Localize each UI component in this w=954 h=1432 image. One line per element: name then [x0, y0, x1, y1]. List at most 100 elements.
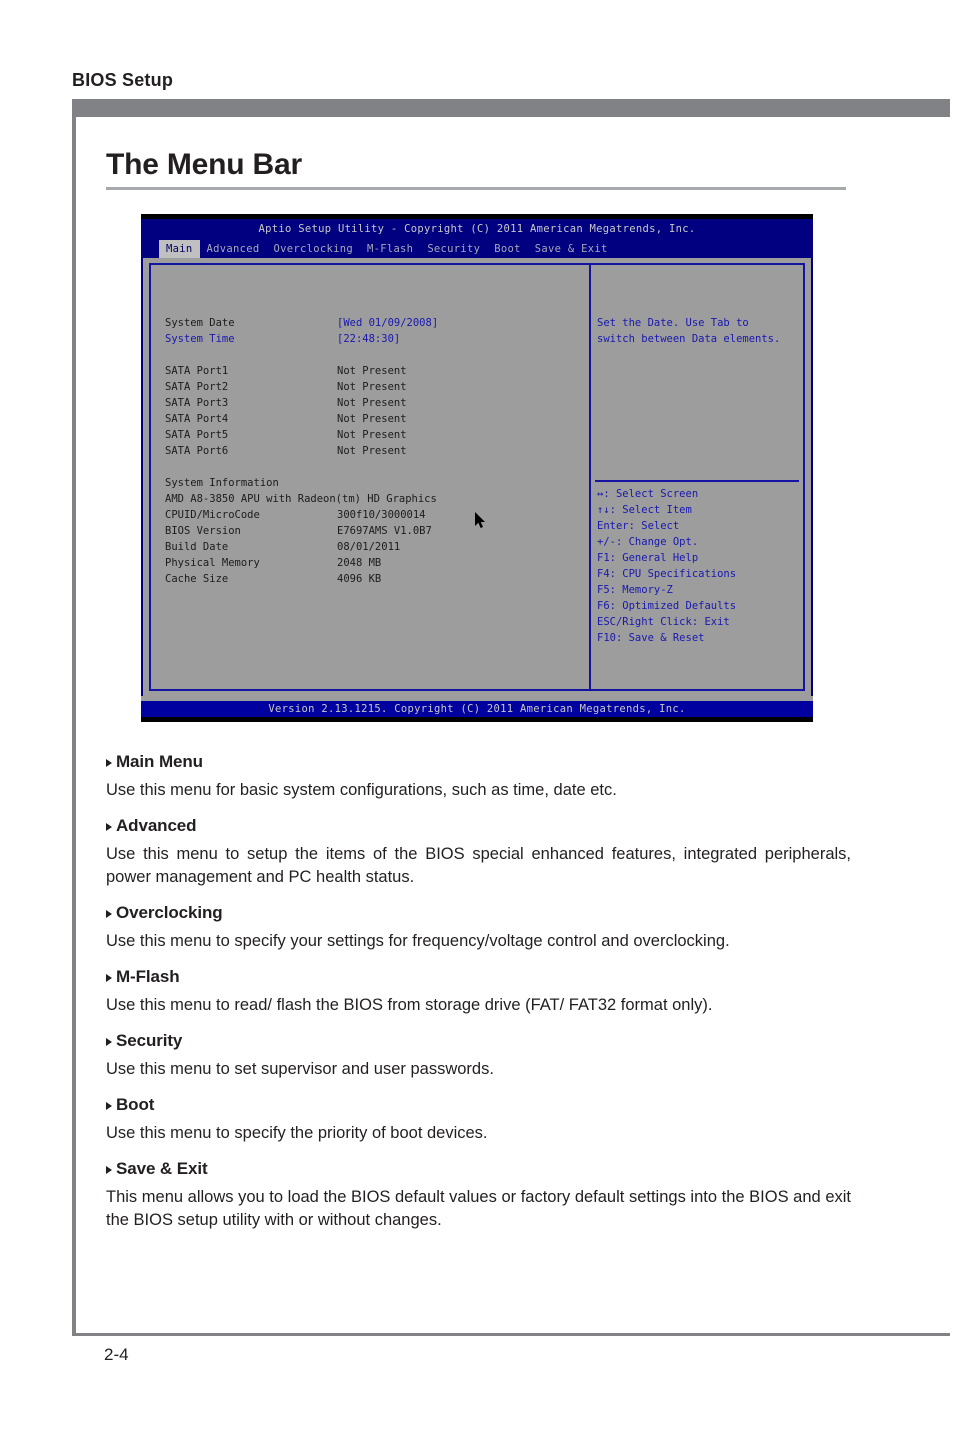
- bios-setting-label: System Information: [165, 477, 279, 489]
- bios-help-divider: [595, 480, 799, 482]
- menu-descriptions-list: Main Menu Use this menu for basic system …: [106, 752, 851, 1246]
- bios-menu-item-overclocking[interactable]: Overclocking: [266, 240, 359, 258]
- bios-top-strip: [141, 214, 813, 219]
- bios-key-hint: F10: Save & Reset: [597, 632, 705, 644]
- running-header: BIOS Setup: [72, 70, 174, 90]
- menu-description-heading-text: Main Menu: [116, 752, 203, 771]
- bios-help-line: switch between Data elements.: [597, 333, 781, 345]
- menu-description-heading-text: Boot: [116, 1095, 155, 1114]
- bios-setting-label: SATA Port1: [165, 365, 229, 377]
- bios-setting-label: SATA Port6: [165, 445, 229, 457]
- bios-setting-row[interactable]: Build Date 08/01/2011: [165, 539, 585, 555]
- bios-setting-row[interactable]: System Time [22:48:30]: [165, 331, 585, 347]
- bios-setting-row[interactable]: CPUID/MicroCode 300f10/3000014: [165, 507, 585, 523]
- bios-setting-row[interactable]: BIOS Version E7697AMS V1.0B7: [165, 523, 585, 539]
- bios-setting-label: SATA Port5: [165, 429, 229, 441]
- bios-setting-row[interactable]: SATA Port1 Not Present: [165, 363, 585, 379]
- menu-description-body: Use this menu to read/ flash the BIOS fr…: [106, 996, 713, 1014]
- bios-key-hint: ↑↓: Select Item: [597, 504, 692, 516]
- bios-setting-value[interactable]: Not Present: [337, 443, 407, 459]
- bios-setting-row[interactable]: SATA Port2 Not Present: [165, 379, 585, 395]
- bios-setting-label: System Date: [165, 317, 235, 329]
- bios-setting-row[interactable]: System Information: [165, 475, 585, 491]
- bios-key-hint: F1: General Help: [597, 552, 699, 564]
- bios-setting-value[interactable]: 2048 MB: [337, 555, 381, 571]
- bios-setting-value[interactable]: Not Present: [337, 379, 407, 395]
- mouse-pointer-icon: [475, 512, 485, 528]
- bios-setting-value[interactable]: [22:48:30]: [337, 331, 400, 347]
- menu-description-heading-text: M-Flash: [116, 967, 180, 986]
- bios-setting-value[interactable]: Not Present: [337, 427, 407, 443]
- menu-description-heading: Advanced: [106, 816, 851, 836]
- bios-menu-item-save-exit[interactable]: Save & Exit: [528, 240, 615, 258]
- bios-setting-label: SATA Port3: [165, 397, 229, 409]
- left-margin-rule: [72, 99, 76, 1336]
- bios-menu-item-advanced[interactable]: Advanced: [200, 240, 267, 258]
- bios-setting-label: CPUID/MicroCode: [165, 509, 260, 521]
- bios-setting-value[interactable]: Not Present: [337, 363, 407, 379]
- bios-setting-row[interactable]: SATA Port3 Not Present: [165, 395, 585, 411]
- bios-setting-label: Build Date: [165, 541, 229, 553]
- page-title-underline: [106, 187, 846, 190]
- menu-description-heading: Overclocking: [106, 903, 851, 923]
- bios-menu-item-boot[interactable]: Boot: [487, 240, 528, 258]
- bios-setting-label: Physical Memory: [165, 557, 260, 569]
- bios-row-spacer: [165, 459, 585, 475]
- triangle-bullet-icon: [106, 1166, 112, 1174]
- menu-description-main-menu: Main Menu Use this menu for basic system …: [106, 752, 851, 802]
- bios-setting-value[interactable]: E7697AMS V1.0B7: [337, 523, 432, 539]
- bios-menu-item-main[interactable]: Main: [159, 240, 200, 258]
- bios-setting-row[interactable]: SATA Port6 Not Present: [165, 443, 585, 459]
- bios-help-line: Set the Date. Use Tab to: [597, 317, 749, 329]
- bios-key-hint: ESC/Right Click: Exit: [597, 616, 730, 628]
- bios-content-area: System Date [Wed 01/09/2008] System Time [2…: [143, 258, 811, 696]
- triangle-bullet-icon: [106, 759, 112, 767]
- bios-setting-value[interactable]: 4096 KB: [337, 571, 381, 587]
- bios-setting-value[interactable]: Not Present: [337, 395, 407, 411]
- menu-description-advanced: Advanced Use this menu to setup the items…: [106, 816, 851, 889]
- triangle-bullet-icon: [106, 1102, 112, 1110]
- triangle-bullet-icon: [106, 910, 112, 918]
- bios-setting-row[interactable]: SATA Port5 Not Present: [165, 427, 585, 443]
- menu-description-m-flash: M-Flash Use this menu to read/ flash the …: [106, 967, 851, 1017]
- menu-description-heading-text: Security: [116, 1031, 183, 1050]
- bios-utility-title: Aptio Setup Utility - Copyright (C) 2011…: [258, 223, 696, 235]
- menu-description-body: Use this menu to setup the items of the …: [106, 845, 851, 886]
- menu-description-heading: Boot: [106, 1095, 851, 1115]
- bios-setting-label: SATA Port4: [165, 413, 229, 425]
- menu-description-save-exit: Save & Exit This menu allows you to load …: [106, 1159, 851, 1232]
- bios-setting-value[interactable]: [Wed 01/09/2008]: [337, 315, 438, 331]
- bios-key-hint: F6: Optimized Defaults: [597, 600, 737, 612]
- menu-description-heading: Main Menu: [106, 752, 851, 772]
- bios-setting-label: AMD A8-3850 APU with Radeon(tm) HD Graph…: [165, 493, 437, 505]
- triangle-bullet-icon: [106, 1038, 112, 1046]
- bios-menu-bar[interactable]: Main Advanced Overclocking M-Flash Security B…: [159, 240, 615, 258]
- bios-menu-item-security[interactable]: Security: [420, 240, 487, 258]
- bios-key-hint: ↔: Select Screen: [597, 488, 699, 500]
- page-title: The Menu Bar: [106, 148, 302, 181]
- menu-description-heading-text: Advanced: [116, 816, 197, 835]
- triangle-bullet-icon: [106, 974, 112, 982]
- bios-setting-label: Cache Size: [165, 573, 229, 585]
- bios-help-description: Set the Date. Use Tab to switch between D…: [597, 315, 797, 347]
- bios-key-hint: Enter: Select: [597, 520, 680, 532]
- bios-key-hint: F5: Memory-Z: [597, 584, 673, 596]
- bios-key-hint: +/-: Change Opt.: [597, 536, 699, 548]
- bios-setting-row[interactable]: SATA Port4 Not Present: [165, 411, 585, 427]
- bios-version-footer: Version 2.13.1215. Copyright (C) 2011 Am…: [141, 701, 813, 717]
- bios-setting-value[interactable]: 08/01/2011: [337, 539, 400, 555]
- bios-setting-row[interactable]: Physical Memory 2048 MB: [165, 555, 585, 571]
- bios-setting-value[interactable]: Not Present: [337, 411, 407, 427]
- bios-bottom-strip: [141, 717, 813, 722]
- bios-setting-row[interactable]: System Date [Wed 01/09/2008]: [165, 315, 585, 331]
- bios-setting-row[interactable]: Cache Size 4096 KB: [165, 571, 585, 587]
- bios-settings-list[interactable]: System Date [Wed 01/09/2008] System Time [2…: [165, 315, 585, 587]
- bios-key-hint: F4: CPU Specifications: [597, 568, 737, 580]
- bios-setting-row[interactable]: AMD A8-3850 APU with Radeon(tm) HD Graph…: [165, 491, 585, 507]
- bios-setting-label: SATA Port2: [165, 381, 229, 393]
- page-number: 2-4: [104, 1345, 129, 1364]
- menu-description-boot: Boot Use this menu to specify the priorit…: [106, 1095, 851, 1145]
- bios-setting-value[interactable]: 300f10/3000014: [337, 507, 426, 523]
- bios-menu-item-m-flash[interactable]: M-Flash: [360, 240, 420, 258]
- menu-description-security: Security Use this menu to set supervisor …: [106, 1031, 851, 1081]
